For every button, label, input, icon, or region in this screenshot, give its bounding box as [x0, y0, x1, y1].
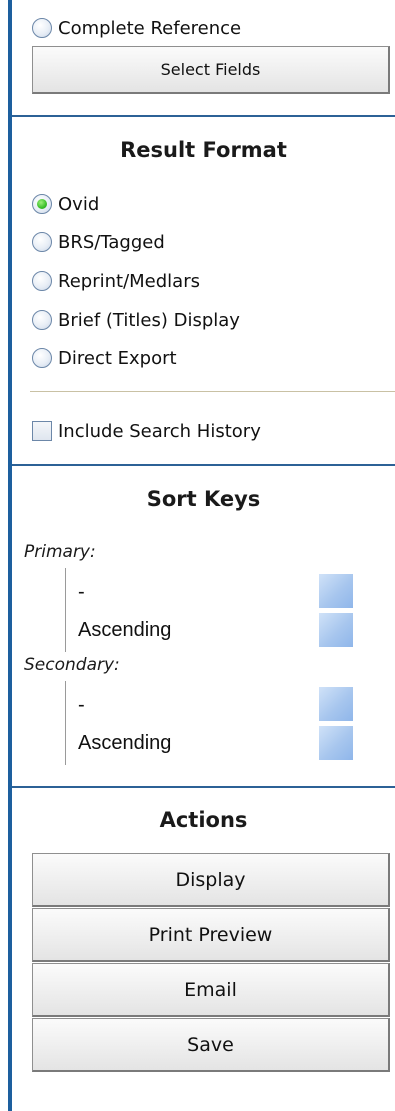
section-divider [12, 115, 395, 117]
print-preview-button[interactable]: Print Preview [32, 908, 390, 962]
left-accent-bar [0, 0, 12, 1111]
save-button-label: Save [187, 1033, 234, 1056]
radio-checked-icon[interactable] [32, 194, 52, 214]
primary-sort-field[interactable]: - [78, 575, 85, 609]
display-button[interactable]: Display [32, 853, 390, 907]
primary-sort-order[interactable]: Ascending [78, 613, 171, 647]
radio-icon[interactable] [32, 271, 52, 291]
radio-icon[interactable] [32, 310, 52, 330]
primary-sort-guide [65, 568, 66, 652]
format-option-label: Ovid [58, 193, 100, 215]
section-divider [12, 786, 395, 788]
export-options-panel: Complete Reference Select Fields Result … [12, 0, 395, 1111]
secondary-order-dropdown-icon[interactable] [319, 726, 353, 760]
format-option-reprint-medlars[interactable]: Reprint/Medlars [32, 265, 200, 297]
complete-reference-label: Complete Reference [58, 17, 242, 39]
format-option-direct-export[interactable]: Direct Export [32, 342, 177, 374]
format-option-label: BRS/Tagged [58, 231, 165, 253]
format-divider [30, 391, 395, 392]
checkbox-icon[interactable] [32, 421, 52, 441]
complete-reference-option[interactable]: Complete Reference [32, 12, 241, 44]
select-fields-button[interactable]: Select Fields [32, 46, 390, 94]
radio-icon[interactable] [32, 348, 52, 368]
section-divider [12, 464, 395, 466]
display-button-label: Display [175, 868, 246, 891]
primary-field-dropdown-icon[interactable] [319, 574, 353, 608]
secondary-sort-label: Secondary: [24, 655, 120, 675]
secondary-field-dropdown-icon[interactable] [319, 687, 353, 721]
radio-icon[interactable] [32, 232, 52, 252]
primary-order-dropdown-icon[interactable] [319, 613, 353, 647]
sort-keys-heading: Sort Keys [146, 487, 261, 511]
select-fields-label: Select Fields [160, 60, 261, 79]
email-button-label: Email [184, 978, 237, 1001]
include-search-history-label: Include Search History [58, 420, 261, 442]
print-preview-button-label: Print Preview [148, 923, 273, 946]
secondary-sort-guide [65, 681, 66, 765]
primary-sort-label: Primary: [24, 542, 96, 562]
email-button[interactable]: Email [32, 963, 390, 1017]
include-search-history-option[interactable]: Include Search History [32, 415, 261, 447]
secondary-sort-order[interactable]: Ascending [78, 726, 171, 760]
format-option-label: Brief (Titles) Display [58, 309, 240, 331]
format-option-label: Reprint/Medlars [58, 270, 200, 292]
save-button[interactable]: Save [32, 1018, 390, 1072]
actions-heading: Actions [159, 808, 248, 832]
format-option-brs-tagged[interactable]: BRS/Tagged [32, 226, 165, 258]
secondary-sort-field[interactable]: - [78, 688, 85, 722]
format-option-brief-titles[interactable]: Brief (Titles) Display [32, 304, 240, 336]
format-option-ovid[interactable]: Ovid [32, 188, 99, 220]
result-format-heading: Result Format [120, 138, 287, 162]
format-option-label: Direct Export [58, 347, 177, 369]
radio-icon[interactable] [32, 18, 52, 38]
